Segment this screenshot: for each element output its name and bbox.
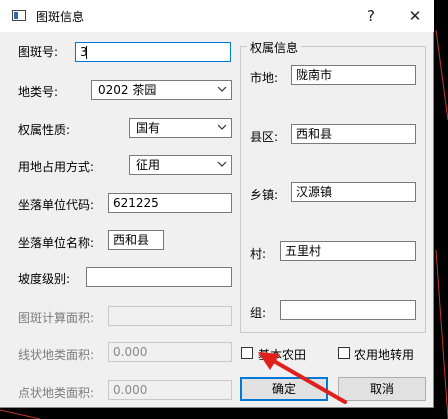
- annotation-arrow-icon: [258, 352, 347, 404]
